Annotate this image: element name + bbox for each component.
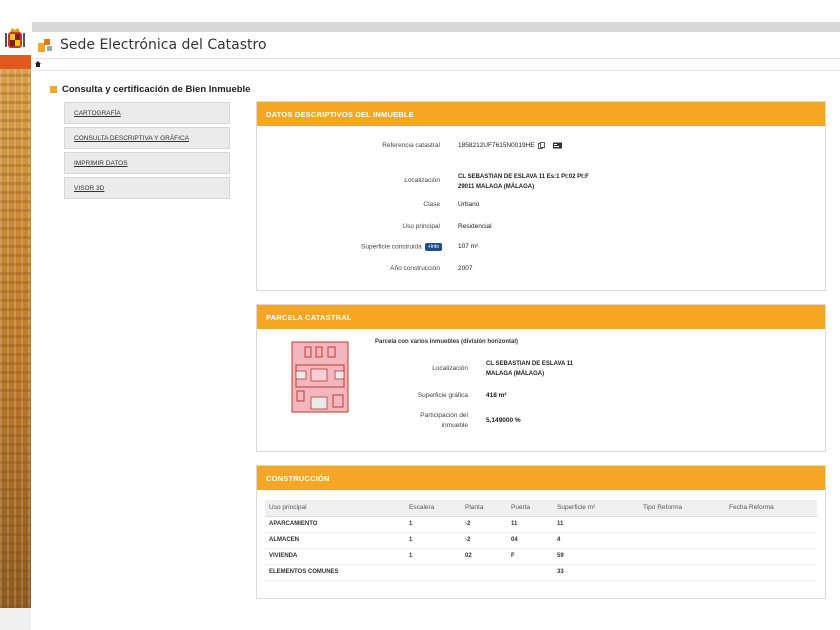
table-row: APARCAMIENTO 1 -2 11 11 xyxy=(265,516,817,533)
cell-uso: VIVIENDA xyxy=(265,548,405,565)
cell-uso: ELEMENTOS COMUNES xyxy=(265,564,405,581)
participacion-label: Participación del inmueble xyxy=(302,411,468,431)
col-escalera: Escalera xyxy=(405,500,461,517)
cell-superficie: 33 xyxy=(553,564,639,581)
clase-value: Urbano xyxy=(458,201,480,208)
table-row: ELEMENTOS COMUNES 33 xyxy=(265,564,817,581)
parcela-subtitle: Parcela con varios inmuebles (división h… xyxy=(375,339,519,345)
col-planta: Planta xyxy=(461,500,507,517)
localizacion-value: CL SEBASTIAN DE ESLAVA 11 Es:1 Pl:02 Pt:… xyxy=(458,172,589,192)
menu-item-imprimir[interactable]: IMPRIMIR DATOS xyxy=(64,152,230,174)
col-puerta: Puerta xyxy=(507,500,553,517)
cell-superficie: 59 xyxy=(553,548,639,565)
side-accent-bar xyxy=(0,55,31,69)
clase-label: Clase xyxy=(423,201,440,208)
parcela-superficie-value: 418 m² xyxy=(486,392,507,399)
title-bullet-icon xyxy=(50,86,57,93)
cell-puerta: F xyxy=(507,548,553,565)
localizacion-label: Localización xyxy=(404,177,440,184)
side-bottom xyxy=(0,608,31,630)
uso-value: Residencial xyxy=(458,223,492,230)
page-title-text: Consulta y certificación de Bien Inmuebl… xyxy=(62,84,251,95)
col-tipo-reforma: Tipo Reforma xyxy=(639,500,725,517)
top-strip xyxy=(0,0,840,22)
panel-heading: CONSTRUCCIÓN xyxy=(257,466,825,490)
menu-item-visor-3d[interactable]: VISOR 3D xyxy=(64,177,230,199)
nav-divider xyxy=(32,70,840,71)
uso-label: Uso principal xyxy=(402,223,440,230)
anio-label: Año construcción xyxy=(390,265,440,272)
superficie-label-wrap: Superficie construida +Info xyxy=(300,243,442,251)
cell-puerta xyxy=(507,564,553,581)
card-icon[interactable] xyxy=(553,142,563,149)
side-menu: CARTOGRAFÍA CONSULTA DESCRIPTIVA Y GRÁFI… xyxy=(64,102,230,202)
superficie-label: Superficie construida xyxy=(361,243,422,251)
table-row: ALMACEN 1 -2 04 4 xyxy=(265,532,817,549)
cell-puerta: 04 xyxy=(507,532,553,549)
cell-tipo-reforma xyxy=(639,564,725,581)
spain-crest-icon xyxy=(5,28,25,48)
construccion-panel: CONSTRUCCIÓN Uso principal Escalera Plan… xyxy=(256,465,826,599)
table-row: VIVIENDA 1 02 F 59 xyxy=(265,548,817,565)
parcel-map-icon[interactable] xyxy=(291,341,349,413)
cell-planta xyxy=(461,564,507,581)
cell-tipo-reforma xyxy=(639,548,725,565)
participacion-label-2: inmueble xyxy=(441,422,468,429)
info-badge[interactable]: +Info xyxy=(424,243,442,251)
browser-bar xyxy=(32,22,840,32)
localizacion-line2: 29011 MALAGA (MÁLAGA) xyxy=(458,184,535,190)
page-title: Consulta y certificación de Bien Inmuebl… xyxy=(50,84,250,95)
cell-superficie: 4 xyxy=(553,532,639,549)
cell-escalera: 1 xyxy=(405,532,461,549)
copy-icon[interactable] xyxy=(538,142,546,149)
panel-heading: DATOS DESCRIPTIVOS DEL INMUEBLE xyxy=(257,102,825,126)
side-city-photo xyxy=(0,55,31,608)
parcela-localizacion-label: Localización xyxy=(432,365,468,372)
parcela-localizacion-line1: CL SEBASTIAN DE ESLAVA 11 xyxy=(486,361,574,367)
cell-planta: -2 xyxy=(461,516,507,533)
participacion-value: 5,149000 % xyxy=(486,417,521,424)
table-header-row: Uso principal Escalera Planta Puerta Sup… xyxy=(265,500,817,517)
cell-planta: 02 xyxy=(461,548,507,565)
anio-value: 2007 xyxy=(458,265,473,272)
referencia-value-wrap: 1858212UF7615N0019HE xyxy=(458,142,563,149)
parcela-superficie-label: Superficie gráfica xyxy=(417,392,468,399)
cell-fecha-reforma xyxy=(725,548,817,565)
referencia-value[interactable]: 1858212UF7615N0019HE xyxy=(458,142,535,149)
header-divider xyxy=(32,58,840,59)
parcela-catastral-panel: PARCELA CATASTRAL Parcela con varios inm… xyxy=(256,304,826,452)
menu-item-consulta[interactable]: CONSULTA DESCRIPTIVA Y GRÁFICA xyxy=(64,127,230,149)
cell-escalera xyxy=(405,564,461,581)
parcela-localizacion-value: CL SEBASTIAN DE ESLAVA 11 MALAGA (MÁLAGA… xyxy=(486,359,573,379)
localizacion-line1: CL SEBASTIAN DE ESLAVA 11 Es:1 Pl:02 Pt:… xyxy=(458,174,589,180)
menu-item-cartografia[interactable]: CARTOGRAFÍA xyxy=(64,102,230,124)
panel-heading: PARCELA CATASTRAL xyxy=(257,305,825,329)
cell-tipo-reforma xyxy=(639,532,725,549)
superficie-value: 107 m² xyxy=(458,243,479,250)
cell-tipo-reforma xyxy=(639,516,725,533)
cell-planta: -2 xyxy=(461,532,507,549)
cell-escalera: 1 xyxy=(405,548,461,565)
parcela-localizacion-line2: MALAGA (MÁLAGA) xyxy=(486,371,545,377)
construccion-table: Uso principal Escalera Planta Puerta Sup… xyxy=(265,500,817,581)
referencia-label: Referencia catastral xyxy=(382,142,440,149)
cell-fecha-reforma xyxy=(725,564,817,581)
cell-puerta: 11 xyxy=(507,516,553,533)
cell-fecha-reforma xyxy=(725,532,817,549)
participacion-label-1: Participación del xyxy=(420,412,468,419)
col-superficie: Superficie m² xyxy=(553,500,639,517)
cell-uso: ALMACEN xyxy=(265,532,405,549)
catastro-logo-icon xyxy=(38,37,54,53)
cell-uso: APARCAMIENTO xyxy=(265,516,405,533)
site-title[interactable]: Sede Electrónica del Catastro xyxy=(60,37,267,53)
datos-descriptivos-panel: DATOS DESCRIPTIVOS DEL INMUEBLE Referenc… xyxy=(256,101,826,291)
site-header: Sede Electrónica del Catastro xyxy=(32,32,840,58)
col-fecha-reforma: Fecha Reforma xyxy=(725,500,817,517)
cell-escalera: 1 xyxy=(405,516,461,533)
cell-fecha-reforma xyxy=(725,516,817,533)
cell-superficie: 11 xyxy=(553,516,639,533)
home-icon[interactable] xyxy=(35,61,41,67)
col-uso: Uso principal xyxy=(265,500,405,517)
